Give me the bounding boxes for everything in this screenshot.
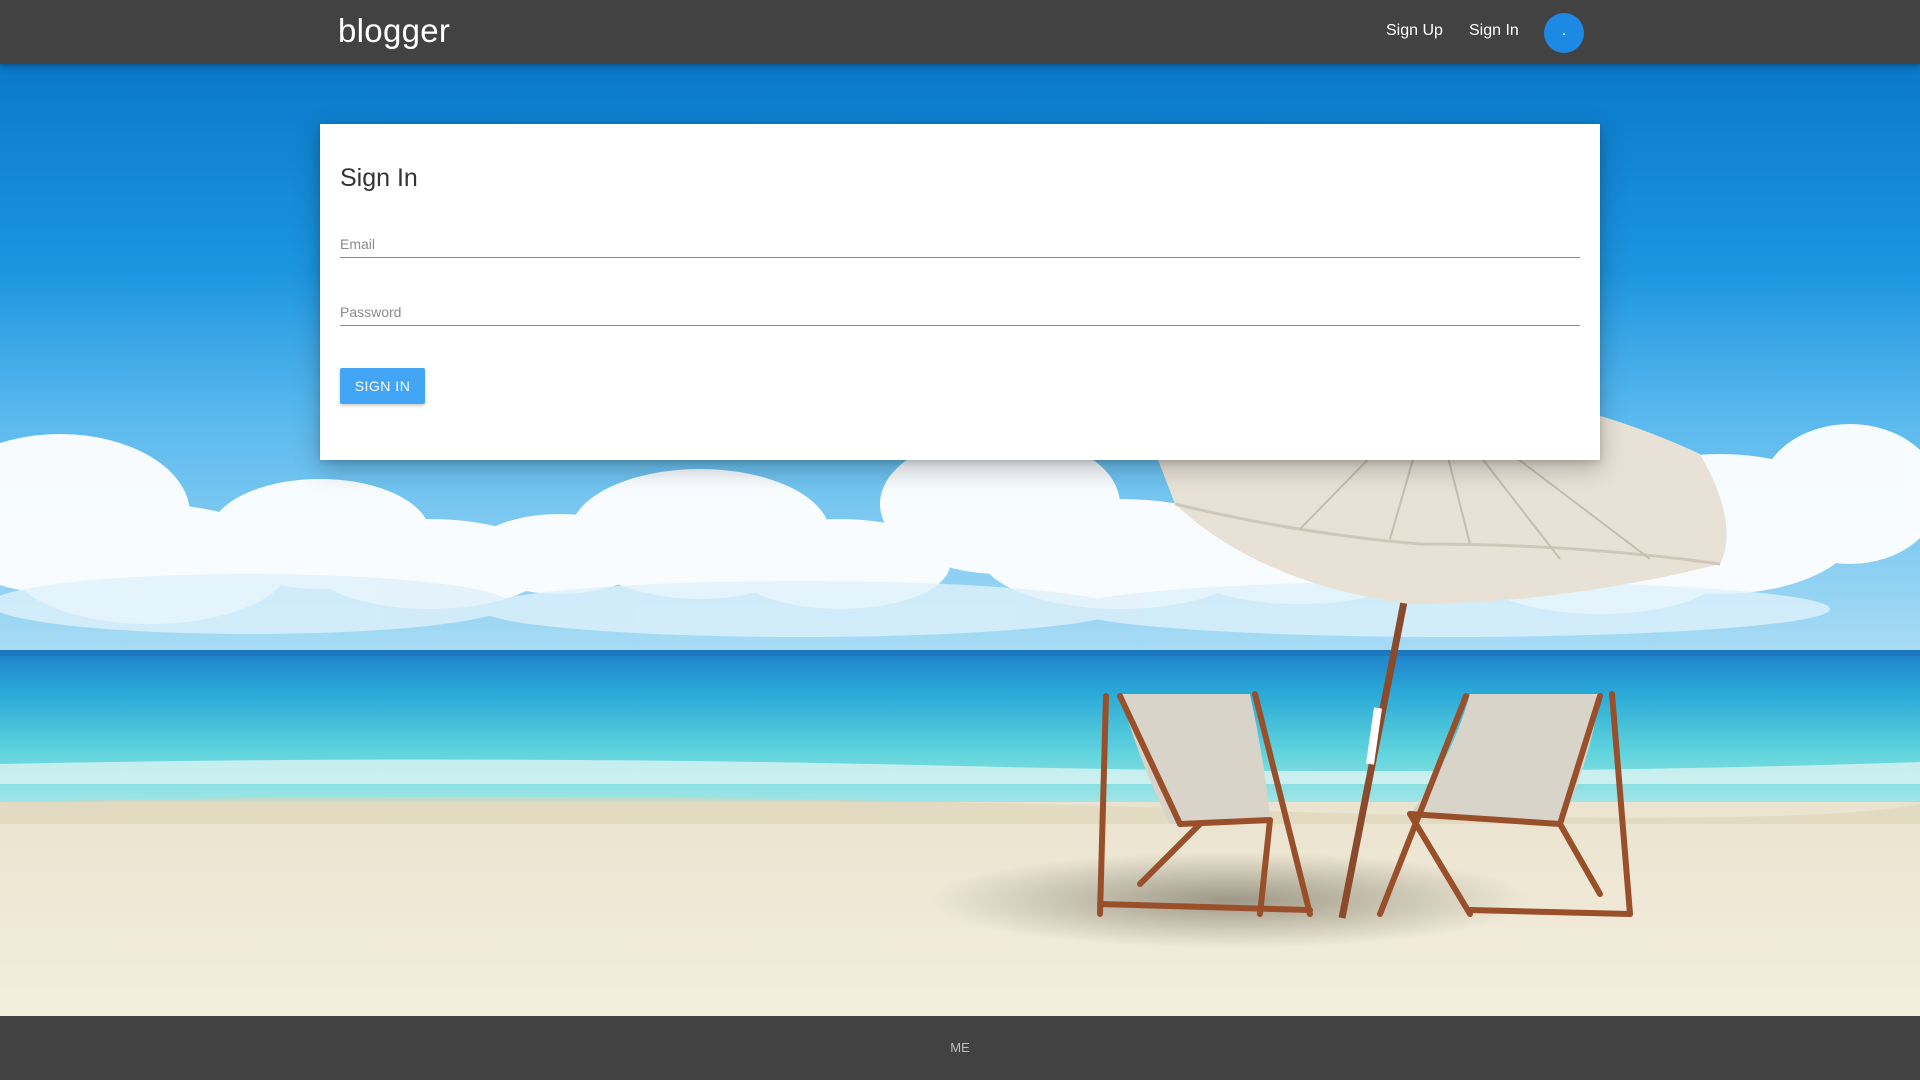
password-input[interactable] xyxy=(340,284,1580,325)
top-navbar: blogger Sign Up Sign In . xyxy=(0,0,1920,64)
nav-sign-up-link[interactable]: Sign Up xyxy=(1386,22,1443,40)
footer-text: ME xyxy=(950,1040,970,1055)
email-field-container xyxy=(340,216,1580,258)
sign-in-card: Sign In SIGN IN xyxy=(320,124,1600,460)
avatar-button[interactable]: . xyxy=(1544,13,1584,53)
password-field-container xyxy=(340,284,1580,326)
footer: ME xyxy=(0,1016,1920,1080)
page: blogger Sign Up Sign In . Sign In SIGN I… xyxy=(0,0,1920,1080)
email-input[interactable] xyxy=(340,216,1580,257)
sign-in-title: Sign In xyxy=(340,164,418,192)
nav-sign-in-link[interactable]: Sign In xyxy=(1469,22,1519,40)
sign-in-button[interactable]: SIGN IN xyxy=(340,368,425,404)
brand-logo[interactable]: blogger xyxy=(338,12,450,50)
